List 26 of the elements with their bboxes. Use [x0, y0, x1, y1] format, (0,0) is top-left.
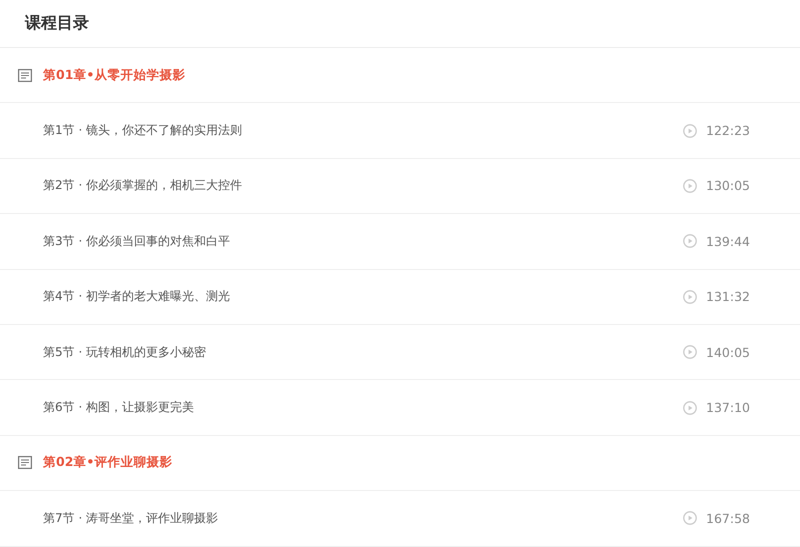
play-icon[interactable] [683, 178, 697, 193]
play-icon[interactable] [683, 345, 697, 360]
lesson-title[interactable]: 第6节 · 构图，让摄影更完美 [43, 399, 683, 416]
lesson-title[interactable]: 第5节 · 玩转相机的更多小秘密 [43, 344, 683, 361]
lesson-title[interactable]: 第7节 · 涛哥坐堂，评作业聊摄影 [43, 510, 683, 527]
lesson-duration: 122:23 [706, 123, 751, 138]
lesson-title[interactable]: 第3节 · 你必须当回事的对焦和白平 [43, 232, 683, 250]
play-icon[interactable] [683, 400, 697, 415]
play-icon[interactable] [683, 234, 697, 248]
document-icon [18, 456, 32, 470]
chapter-title[interactable]: 第02章•评作业聊摄影 [43, 454, 172, 472]
lesson-duration: 139:44 [706, 234, 751, 249]
catalog-title: 课程目录 [25, 13, 89, 34]
chapter-title[interactable]: 第01章•从零开始学摄影 [43, 66, 186, 84]
play-icon[interactable] [683, 290, 697, 304]
play-icon[interactable] [683, 511, 697, 526]
lesson-duration: 167:58 [706, 510, 751, 526]
lesson-title[interactable]: 第2节 · 你必须掌握的，相机三大控件 [43, 177, 683, 194]
lesson-duration: 130:05 [706, 178, 751, 194]
lesson-duration: 131:32 [706, 289, 751, 304]
lesson-duration: 137:10 [706, 400, 751, 416]
play-icon[interactable] [683, 124, 697, 138]
document-icon [18, 68, 32, 82]
lesson-title[interactable]: 第1节 · 镜头，你还不了解的实用法则 [43, 122, 683, 140]
lesson-duration: 140:05 [706, 344, 751, 360]
lesson-title[interactable]: 第4节 · 初学者的老大难曝光、测光 [43, 288, 683, 306]
